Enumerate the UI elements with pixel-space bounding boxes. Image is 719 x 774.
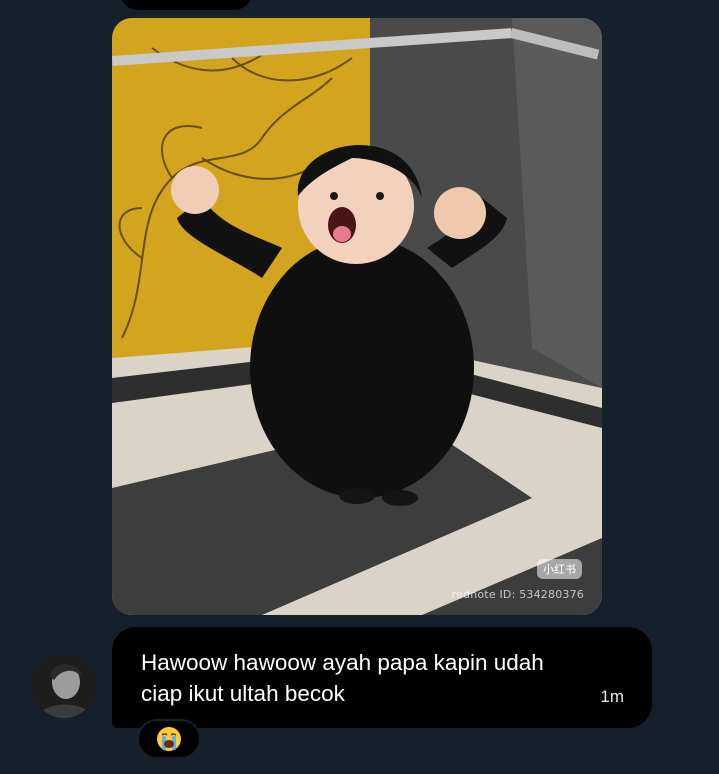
rednote-logo: 小红书 <box>537 559 582 579</box>
rednote-id-watermark: rednote ID: 534280376 <box>451 588 584 601</box>
message-line-1: Hawoow hawoow ayah papa kapin udah <box>141 650 544 675</box>
avatar-image <box>32 654 96 718</box>
loudly-crying-face-icon <box>157 727 181 751</box>
message-timestamp: 1m <box>600 687 624 706</box>
dm-conversation: 小红书 rednote ID: 534280376 Hawoow hawoow … <box>0 0 719 774</box>
image-attachment[interactable]: 小红书 rednote ID: 534280376 <box>112 18 602 615</box>
photo-toddler-in-elevator <box>112 18 602 615</box>
avatar[interactable] <box>32 654 96 718</box>
message-bubble[interactable]: Hawoow hawoow ayah papa kapin udah ciap … <box>112 627 652 728</box>
message-text: Hawoow hawoow ayah papa kapin udah ciap … <box>141 647 611 709</box>
previous-message-bubble[interactable] <box>120 0 252 10</box>
reaction-badge[interactable] <box>137 719 201 759</box>
message-line-2: ciap ikut ultah becok <box>141 681 345 706</box>
